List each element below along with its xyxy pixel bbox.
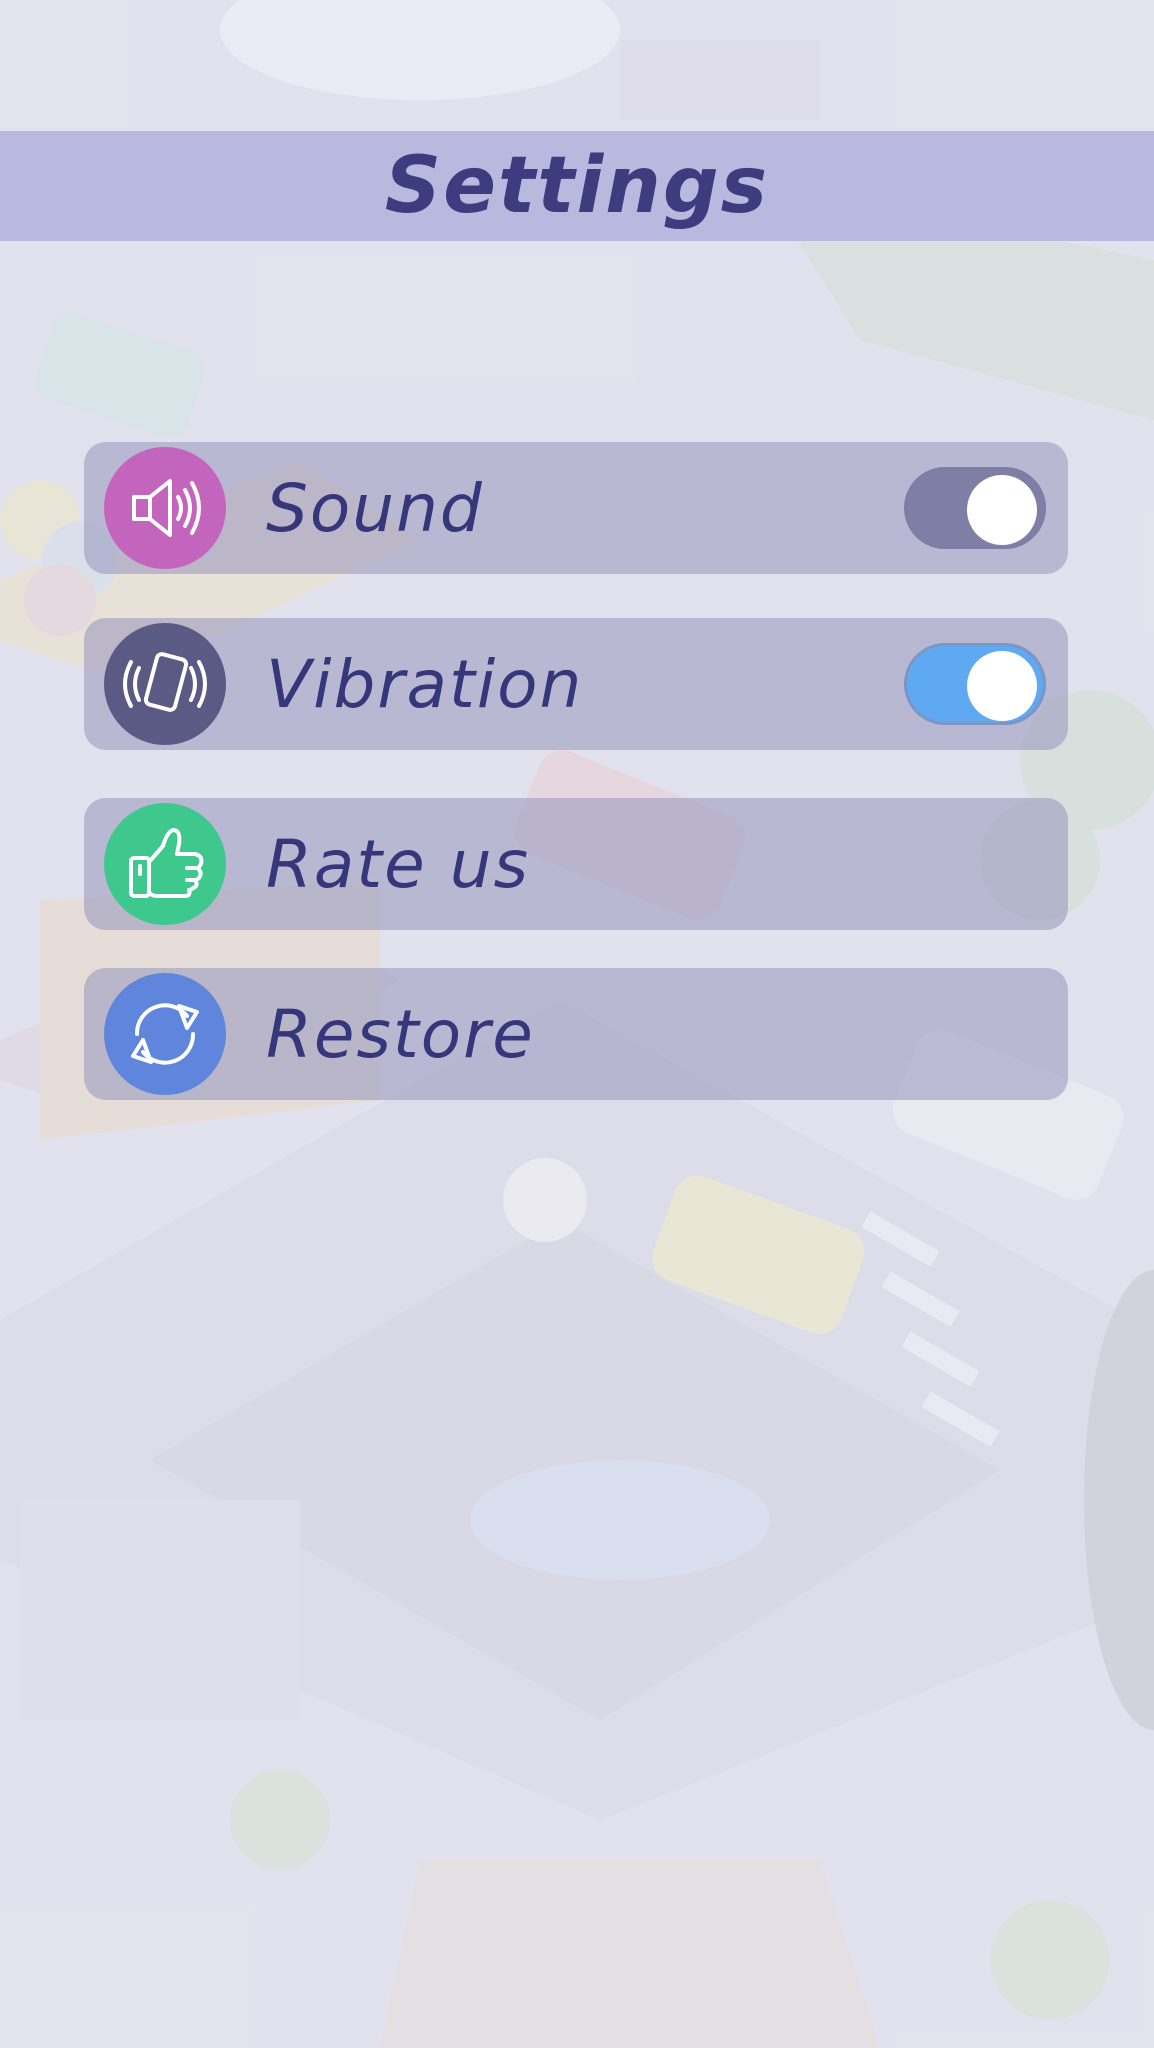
setting-label-sound: Sound bbox=[266, 469, 484, 547]
setting-label-rate-us: Rate us bbox=[266, 825, 530, 903]
setting-row-vibration: Vibration bbox=[84, 618, 1068, 750]
setting-label-vibration: Vibration bbox=[266, 645, 584, 723]
page-title: Settings bbox=[384, 141, 770, 231]
phone-vibrate-icon bbox=[104, 623, 226, 745]
rate-us-button[interactable]: Rate us bbox=[84, 798, 1068, 930]
restore-button[interactable]: Restore bbox=[84, 968, 1068, 1100]
toggle-knob bbox=[967, 475, 1037, 545]
sound-toggle[interactable] bbox=[904, 467, 1046, 549]
thumbs-up-icon bbox=[104, 803, 226, 925]
setting-row-sound: Sound bbox=[84, 442, 1068, 574]
vibration-toggle[interactable] bbox=[904, 643, 1046, 725]
speaker-icon bbox=[104, 447, 226, 569]
restore-icon bbox=[104, 973, 226, 1095]
title-bar: Settings bbox=[0, 131, 1154, 241]
toggle-knob bbox=[967, 651, 1037, 721]
setting-label-restore: Restore bbox=[266, 995, 535, 1073]
